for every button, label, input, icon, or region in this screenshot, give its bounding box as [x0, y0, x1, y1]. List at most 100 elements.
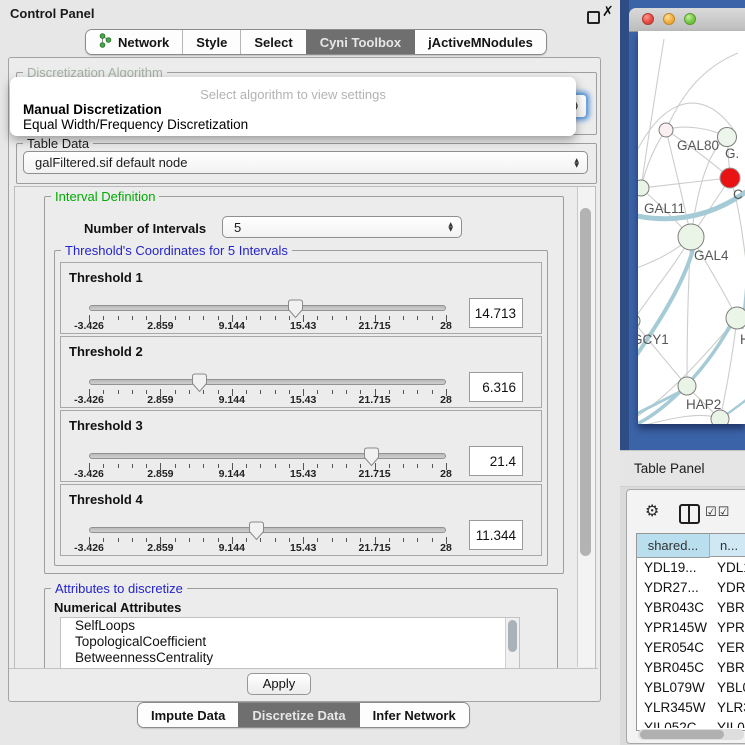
cell-name: YDL1 — [717, 560, 745, 575]
node-partial[interactable] — [711, 410, 729, 424]
network-view-canvas[interactable]: GAL80 G. C GAL11 GAL4 GCY1 H HAP2 — [638, 31, 745, 424]
threshold-value-field[interactable]: 6.316 — [469, 372, 523, 402]
tab-infer-network-label: Infer Network — [373, 708, 456, 723]
slider-thumb[interactable] — [248, 521, 265, 541]
menu-item-equal-width-frequency[interactable]: Equal Width/Frequency Discretization — [23, 117, 248, 132]
cell-name: YDR2 — [717, 580, 745, 595]
column-header-name[interactable]: n... — [710, 534, 745, 557]
node-g[interactable] — [718, 128, 737, 147]
attribute-list-item[interactable]: SelfLoops — [61, 618, 519, 634]
table-hscrollbar-track[interactable] — [638, 729, 744, 740]
zoom-traffic-light[interactable] — [684, 13, 696, 25]
tab-jactivemnodules[interactable]: jActiveMNodules — [414, 30, 546, 54]
cell-shared-name: YIL052C — [644, 720, 697, 728]
combo-arrows-icon: ▲▼ — [574, 158, 579, 168]
close-traffic-light[interactable] — [642, 13, 654, 25]
cell-shared-name: YBL079W — [644, 680, 705, 695]
combo-arrows-icon: ▲▼ — [448, 222, 453, 232]
main-scrollbar-thumb[interactable] — [580, 208, 591, 556]
float-window-icon[interactable] — [587, 11, 600, 24]
table-row[interactable]: YER054CYER0 — [637, 638, 745, 658]
slider-tick-label: 9.144 — [202, 468, 262, 480]
threshold-value-field[interactable]: 11.344 — [469, 520, 523, 550]
tab-style[interactable]: Style — [182, 30, 240, 54]
slider-tick-label: 28 — [416, 468, 476, 480]
tab-discretize-data[interactable]: Discretize Data — [238, 703, 358, 727]
threshold-box-4: Threshold 4-3.4262.8599.14415.4321.71528… — [60, 484, 542, 556]
tab-select-label: Select — [254, 35, 292, 50]
node-table[interactable]: shared... n... YDL19...YDL1YDR27...YDR2Y… — [636, 533, 745, 731]
network-nodes[interactable] — [638, 123, 745, 424]
node-gal80[interactable] — [659, 123, 673, 137]
slider-track[interactable] — [89, 453, 446, 459]
table-hscrollbar-thumb[interactable] — [640, 730, 724, 739]
table-row[interactable]: YLR345WYLR3 — [637, 698, 745, 718]
node-h[interactable] — [726, 307, 745, 329]
tab-impute-data[interactable]: Impute Data — [138, 703, 238, 727]
node-gcy1[interactable] — [638, 314, 640, 328]
apply-button[interactable]: Apply — [247, 673, 311, 695]
list-scrollbar-track[interactable] — [505, 618, 519, 669]
table-row[interactable]: YPR145WYPR1 — [637, 618, 745, 638]
gear-icon[interactable]: ⚙ — [645, 501, 659, 520]
attribute-list-item[interactable]: BetweennessCentrality — [61, 650, 519, 666]
cell-name: YPR1 — [717, 620, 745, 635]
network-window-left-edge — [620, 0, 629, 450]
slider-tick-label: 2.859 — [130, 542, 190, 554]
tab-select[interactable]: Select — [240, 30, 305, 54]
algorithm-dropdown-popup: Select algorithm to view settings Manual… — [10, 77, 576, 136]
slider-tick-label: 15.43 — [273, 542, 333, 554]
table-row[interactable]: YBR045C YBR0 — [637, 658, 745, 678]
column-header-shared-name[interactable]: shared... — [637, 534, 710, 558]
slider-tick-label: 21.715 — [345, 542, 405, 554]
screenshot-root: Control Panel ✗ Network Style Select C — [0, 0, 745, 745]
node-hap2[interactable] — [678, 377, 696, 395]
number-of-intervals-label: Number of Intervals — [84, 221, 206, 236]
table-row[interactable]: YIL052CYIL0 — [637, 718, 745, 728]
slider-track[interactable] — [89, 527, 446, 533]
close-icon[interactable]: ✗ — [602, 4, 614, 20]
threshold-value-field[interactable]: 14.713 — [469, 298, 523, 328]
tab-network-label: Network — [118, 35, 169, 50]
numerical-attributes-list[interactable]: SelfLoopsTopologicalCoefficientBetweenne… — [60, 617, 520, 670]
list-scrollbar-thumb[interactable] — [508, 620, 517, 652]
table-row[interactable]: YBR043CYBR0 — [637, 598, 745, 618]
attribute-list-item[interactable]: TopologicalCoefficient — [61, 634, 519, 650]
slider-tick-label: 21.715 — [345, 468, 405, 480]
slider-thumb[interactable] — [191, 373, 208, 393]
node-red-selected[interactable] — [720, 168, 740, 188]
table-row[interactable]: YBL079WYBL0 — [637, 678, 745, 698]
network-window-titlebar[interactable] — [629, 8, 745, 32]
checkboxes-icon[interactable]: ☑☑ — [705, 505, 730, 520]
slider-tick-label: 28 — [416, 394, 476, 406]
slider-tick-label: 15.43 — [273, 468, 333, 480]
table-row[interactable]: YDR27... YDR2 — [637, 578, 745, 598]
tab-cyni-toolbox[interactable]: Cyni Toolbox — [306, 30, 414, 54]
node-gal4[interactable] — [678, 224, 704, 250]
number-of-intervals-value: 5 — [234, 220, 241, 235]
tab-infer-network[interactable]: Infer Network — [359, 703, 469, 727]
columns-icon[interactable] — [679, 504, 700, 524]
menu-item-manual-discretization[interactable]: Manual Discretization — [23, 102, 162, 117]
cell-shared-name: YDR27... — [644, 580, 699, 595]
slider-tick-label: 9.144 — [202, 542, 262, 554]
slider-track[interactable] — [89, 305, 446, 311]
tab-discretize-data-label: Discretize Data — [252, 708, 345, 723]
tab-network[interactable]: Network — [86, 30, 182, 54]
table-data-select[interactable]: galFiltered.sif default node ▲▼ — [23, 151, 588, 174]
slider-tick-label: 2.859 — [130, 394, 190, 406]
table-row[interactable]: YDL19...YDL1 — [637, 558, 745, 578]
slider-thumb[interactable] — [363, 447, 380, 467]
label-hap2: HAP2 — [686, 397, 721, 412]
number-of-intervals-select[interactable]: 5 ▲▼ — [222, 216, 462, 238]
threshold-label: Threshold 2 — [69, 344, 143, 359]
slider-tick-label: 9.144 — [202, 394, 262, 406]
node-gal11[interactable] — [638, 180, 649, 196]
cell-shared-name: YBR045C — [644, 660, 704, 675]
minimize-traffic-light[interactable] — [663, 13, 675, 25]
slider-track[interactable] — [89, 379, 446, 385]
slider-thumb[interactable] — [287, 299, 304, 319]
interval-definition-title: Interval Definition — [51, 189, 159, 204]
cell-name: YBR0 — [717, 660, 745, 675]
threshold-value-field[interactable]: 21.4 — [469, 446, 523, 476]
